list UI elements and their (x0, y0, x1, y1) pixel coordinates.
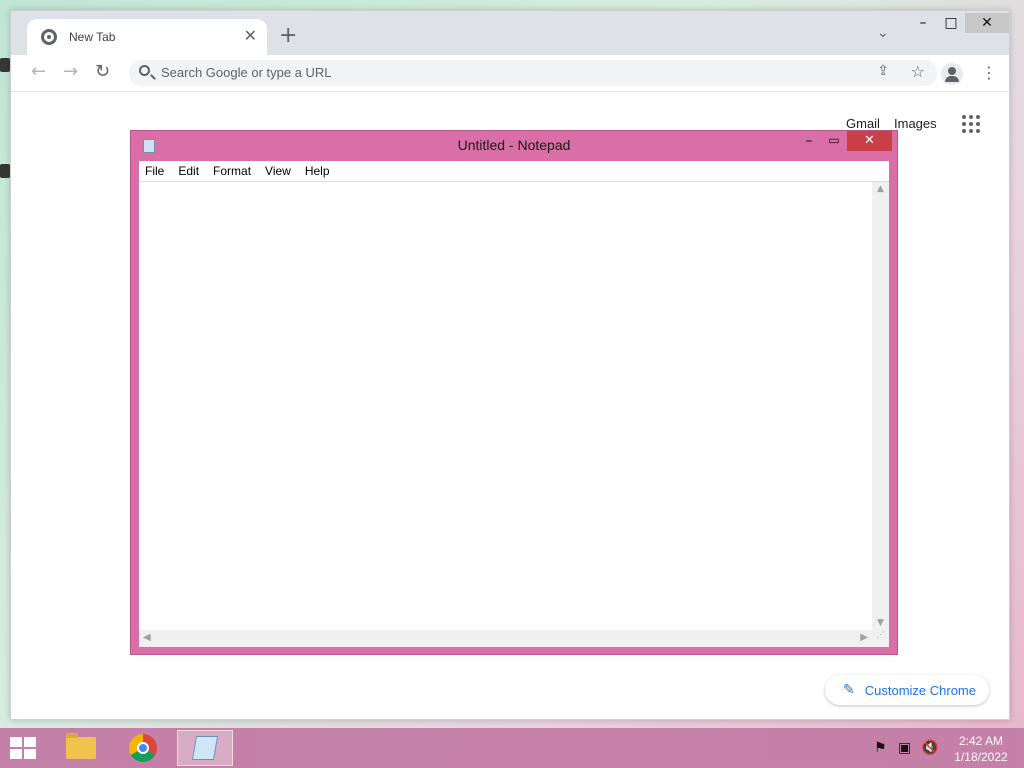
tab-search-chevron-icon[interactable]: ⌄ (877, 25, 889, 41)
scroll-up-arrow-icon[interactable]: ▲ (872, 184, 889, 194)
new-tab-button[interactable]: + (279, 25, 297, 47)
tab-close-icon[interactable]: ✕ (244, 28, 257, 44)
share-icon[interactable]: ⇪ (877, 63, 889, 79)
system-clock[interactable]: 2:42 AM 1/18/2022 (944, 733, 1018, 765)
volume-muted-icon[interactable]: 🔇 (921, 740, 938, 756)
back-button[interactable]: ← (31, 63, 46, 81)
taskbar-notepad[interactable] (177, 730, 233, 766)
google-apps-icon[interactable] (962, 115, 980, 133)
taskbar-chrome[interactable] (115, 730, 171, 766)
images-link[interactable]: Images (894, 116, 937, 131)
bookmark-star-icon[interactable]: ☆ (911, 62, 925, 81)
desktop-icon-partial[interactable] (0, 164, 10, 178)
menu-help[interactable]: Help (305, 164, 330, 178)
taskbar-file-explorer[interactable] (53, 730, 109, 766)
profile-avatar-icon[interactable] (941, 63, 963, 85)
chrome-close-button[interactable]: ✕ (965, 13, 1009, 33)
chrome-minimize-button[interactable]: – (909, 13, 937, 33)
resize-grip-icon[interactable]: ⋰ (872, 630, 889, 647)
menu-format[interactable]: Format (213, 164, 251, 178)
browser-toolbar: ← → ↻ Search Google or type a URL ⇪ ☆ ⋮ (11, 55, 1009, 92)
scroll-right-arrow-icon[interactable]: ▶ (860, 632, 868, 643)
folder-icon (66, 733, 96, 759)
search-icon (139, 65, 150, 76)
notepad-menu-bar: File Edit Format View Help (139, 161, 889, 182)
notepad-maximize-button[interactable]: ▭ (825, 133, 843, 147)
clock-date: 1/18/2022 (954, 750, 1008, 764)
chrome-logo-icon (129, 734, 157, 762)
notepad-title: Untitled - Notepad (457, 137, 571, 153)
customize-chrome-button[interactable]: ✎ Customize Chrome (825, 675, 989, 705)
vertical-scrollbar[interactable]: ▲ ▼ (872, 182, 889, 630)
menu-view[interactable]: View (265, 164, 291, 178)
scroll-down-arrow-icon[interactable]: ▼ (872, 618, 889, 628)
forward-button[interactable]: → (63, 63, 78, 81)
taskbar: ⚑ ▣ 🔇 2:42 AM 1/18/2022 (0, 728, 1024, 768)
notepad-close-button[interactable]: ✕ (847, 131, 892, 151)
chrome-maximize-button[interactable]: □ (937, 13, 965, 33)
tab-strip: New Tab ✕ + ⌄ – □ ✕ (11, 11, 1009, 55)
clock-time: 2:42 AM (958, 734, 1004, 748)
desktop-icon-partial[interactable] (0, 58, 10, 72)
notepad-icon (191, 736, 219, 760)
chrome-menu-icon[interactable]: ⋮ (981, 63, 997, 83)
horizontal-scrollbar[interactable]: ◀ ▶ (139, 630, 872, 647)
notepad-minimize-button[interactable]: – (799, 133, 819, 149)
tab-new-tab[interactable]: New Tab ✕ (27, 19, 267, 55)
tab-title: New Tab (69, 30, 116, 44)
action-center-flag-icon[interactable]: ⚑ (874, 740, 887, 756)
chrome-favicon-icon (41, 29, 57, 45)
omnibox-placeholder: Search Google or type a URL (161, 65, 332, 80)
notepad-window: Untitled - Notepad – ▭ ✕ File Edit Forma… (130, 130, 898, 655)
omnibox[interactable]: Search Google or type a URL ⇪ ☆ (129, 60, 937, 86)
scroll-left-arrow-icon[interactable]: ◀ (143, 632, 151, 643)
menu-edit[interactable]: Edit (178, 164, 199, 178)
reload-button[interactable]: ↻ (95, 63, 110, 81)
gmail-link[interactable]: Gmail (846, 116, 880, 131)
network-icon[interactable]: ▣ (898, 740, 911, 756)
pencil-icon: ✎ (843, 682, 855, 698)
customize-chrome-label: Customize Chrome (864, 682, 976, 698)
start-button-windows-icon[interactable] (10, 737, 38, 759)
menu-file[interactable]: File (145, 164, 164, 178)
notepad-text-area[interactable]: ▲ ▼ ◀ ▶ ⋰ (139, 182, 889, 647)
